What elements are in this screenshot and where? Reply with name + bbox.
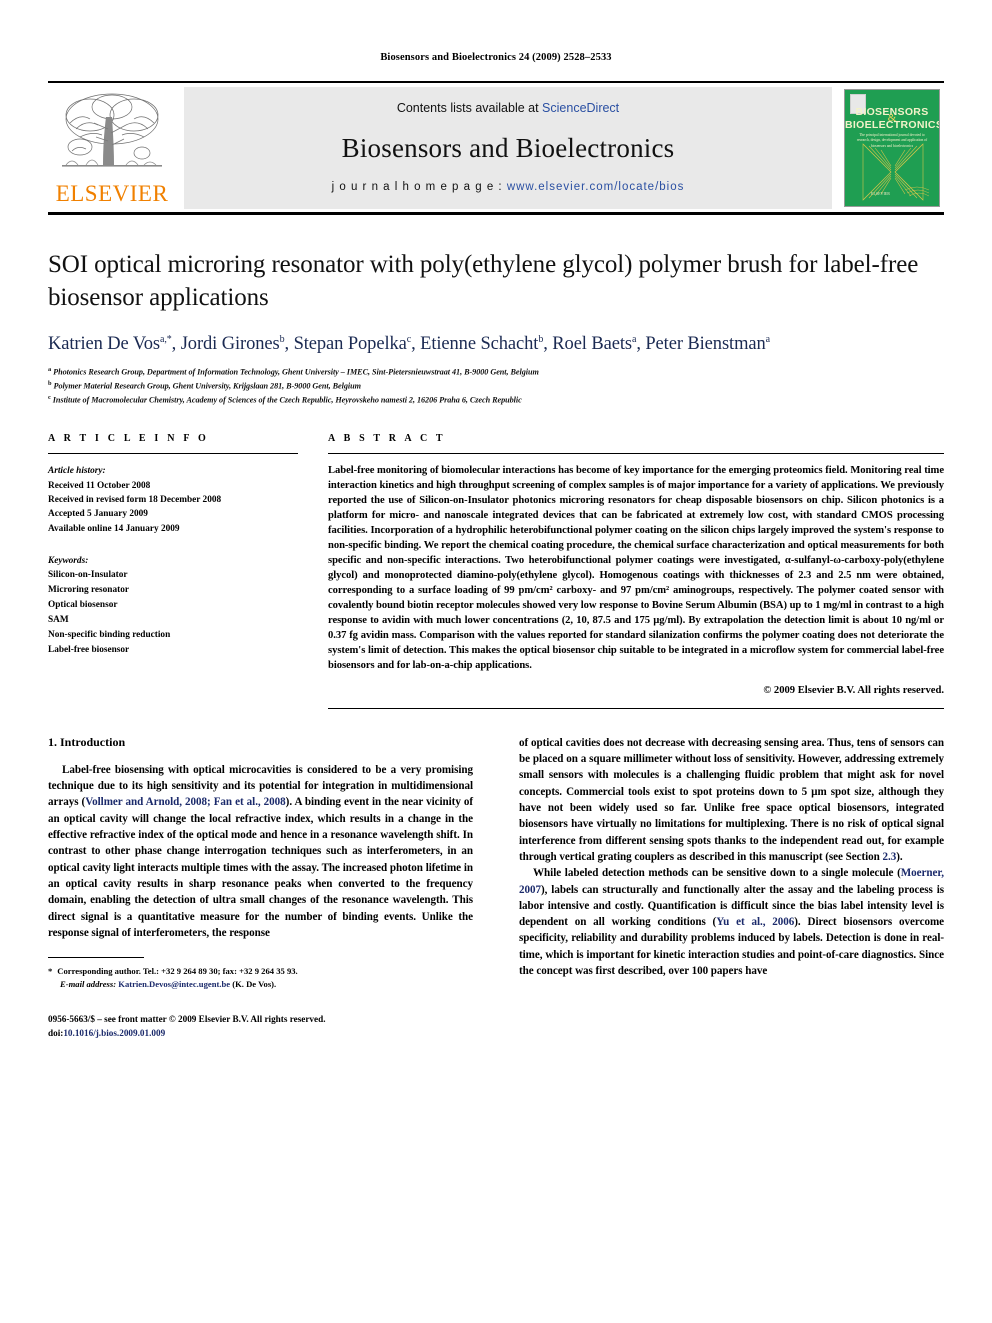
doi-label: doi:: [48, 1027, 64, 1038]
corresponding-marker: *: [48, 966, 53, 977]
body-paragraph-left-0: Label-free biosensing with optical micro…: [48, 763, 474, 939]
journal-article-page: Biosensors and Bioelectronics 24 (2009) …: [0, 0, 992, 1323]
affiliation-text-a: Photonics Research Group, Department of …: [53, 367, 539, 377]
keyword-4: Non-specific binding reduction: [48, 630, 171, 641]
masthead: ELSEVIER Contents lists available at Sci…: [48, 81, 944, 215]
email-label: E-mail address:: [60, 979, 117, 990]
contents-line: Contents lists available at ScienceDirec…: [397, 101, 619, 115]
email-link[interactable]: Katrien.Devos@intec.ugent.be: [118, 979, 230, 989]
corresponding-author-note: * Corresponding author. Tel.: +32 9 264 8…: [48, 965, 473, 978]
issn-footer: 0956-5663/$ – see front matter © 2009 El…: [48, 1013, 473, 1041]
cover-title-line2: BIOELECTRONICS: [845, 119, 940, 131]
running-head: Biosensors and Bioelectronics 24 (2009) …: [380, 52, 612, 63]
history-item-1: Received in revised form 18 December 200…: [48, 494, 222, 505]
contents-label: Contents lists available at: [396, 101, 543, 115]
journal-title: Biosensors and Bioelectronics: [341, 132, 675, 163]
email-suffix: (K. De Vos).: [232, 979, 277, 990]
keyword-0: Silicon-on-Insulator: [48, 570, 128, 581]
journal-cover-thumbnail: BIOSENSORS & BIOELECTRONICS The principa…: [840, 87, 944, 209]
homepage-url-link[interactable]: www.elsevier.com/locate/bios: [507, 181, 685, 193]
cover-publisher-name: ELSEVIER: [871, 191, 890, 196]
article-history: Article history: Received 11 October 200…: [48, 464, 298, 536]
keyword-3: SAM: [48, 615, 69, 626]
issn-line: 0956-5663/$ – see front matter © 2009 El…: [48, 1013, 326, 1024]
affiliation-marker-a: a: [48, 366, 52, 374]
keyword-2: Optical biosensor: [48, 600, 118, 611]
keyword-1: Microring resonator: [48, 585, 129, 596]
body-left-column: 1. Introduction Label-free biosensing wi…: [48, 735, 473, 1041]
abstract-column: A B S T R A C T Label-free monitoring of…: [328, 433, 944, 709]
history-item-0: Received 11 October 2008: [48, 480, 151, 491]
journal-homepage-line: j o u r n a l h o m e p a g e : www.else…: [332, 181, 685, 193]
elsevier-logo: ELSEVIER: [48, 87, 176, 209]
history-item-3: Available online 14 January 2009: [48, 523, 180, 534]
affiliation-list: a Photonics Research Group, Department o…: [48, 365, 944, 407]
affiliation-text-b: Polymer Material Research Group, Ghent U…: [53, 381, 361, 391]
affiliation-a: a Photonics Research Group, Department o…: [48, 365, 944, 379]
section-heading-introduction: 1. Introduction: [48, 734, 126, 749]
corresponding-text: Corresponding author. Tel.: +32 9 264 89…: [57, 966, 298, 977]
cover-image: BIOSENSORS & BIOELECTRONICS The principa…: [844, 89, 940, 207]
article-info-rule: [48, 453, 298, 455]
affiliation-b: b Polymer Material Research Group, Ghent…: [48, 379, 944, 393]
history-item-2: Accepted 5 January 2009: [48, 509, 148, 520]
masthead-bottom-rule: [48, 212, 944, 215]
sciencedirect-link[interactable]: ScienceDirect: [542, 101, 619, 115]
author-list: Katrien De Vosa,*, Jordi Gironesb, Stepa…: [48, 333, 770, 354]
body-columns: 1. Introduction Label-free biosensing wi…: [48, 735, 944, 1041]
sciencedirect-banner: Contents lists available at ScienceDirec…: [184, 87, 832, 209]
doi-link[interactable]: 10.1016/j.bios.2009.01.009: [63, 1028, 165, 1038]
affiliation-c: c Institute of Macromolecular Chemistry,…: [48, 393, 944, 407]
affiliation-text-c: Institute of Macromolecular Chemistry, A…: [52, 395, 522, 405]
info-abstract-row: A R T I C L E I N F O Article history: R…: [48, 433, 944, 709]
keywords-list: Silicon-on-Insulator Microring resonator…: [48, 568, 298, 658]
doi-line: doi:10.1016/j.bios.2009.01.009: [48, 1027, 473, 1041]
email-note: E-mail address: Katrien.Devos@intec.ugen…: [48, 978, 473, 991]
abstract-bottom-rule: [328, 707, 944, 709]
body-right-column: of optical cavities does not decrease wi…: [519, 735, 944, 1041]
keyword-5: Label-free biosensor: [48, 645, 130, 656]
article-info-column: A R T I C L E I N F O Article history: R…: [48, 433, 298, 709]
abstract-text: Label-free monitoring of biomolecular in…: [328, 465, 944, 671]
title-block: SOI optical microring resonator with pol…: [48, 249, 944, 407]
cover-bowtie-graphic-icon: [862, 143, 930, 201]
keywords-label: Keywords:: [48, 556, 89, 567]
abstract-copyright: © 2009 Elsevier B.V. All rights reserved…: [763, 684, 944, 696]
article-info-heading: A R T I C L E I N F O: [48, 433, 209, 445]
elsevier-tree-icon: [62, 93, 162, 167]
affiliation-marker-c: c: [48, 394, 51, 402]
homepage-label: j o u r n a l h o m e p a g e :: [331, 181, 507, 193]
masthead-top-rule: [48, 81, 944, 83]
body-paragraph-right-0: of optical cavities does not decrease wi…: [519, 736, 944, 863]
body-paragraph-right-1: While labeled detection methods can be s…: [519, 867, 945, 978]
abstract-rule: [328, 453, 944, 455]
affiliation-marker-b: b: [48, 380, 52, 388]
abstract-heading: A B S T R A C T: [328, 433, 446, 445]
article-history-label: Article history:: [48, 466, 106, 477]
elsevier-wordmark: ELSEVIER: [55, 181, 169, 206]
page-title: SOI optical microring resonator with pol…: [48, 251, 919, 311]
footnote-rule: [48, 957, 144, 959]
